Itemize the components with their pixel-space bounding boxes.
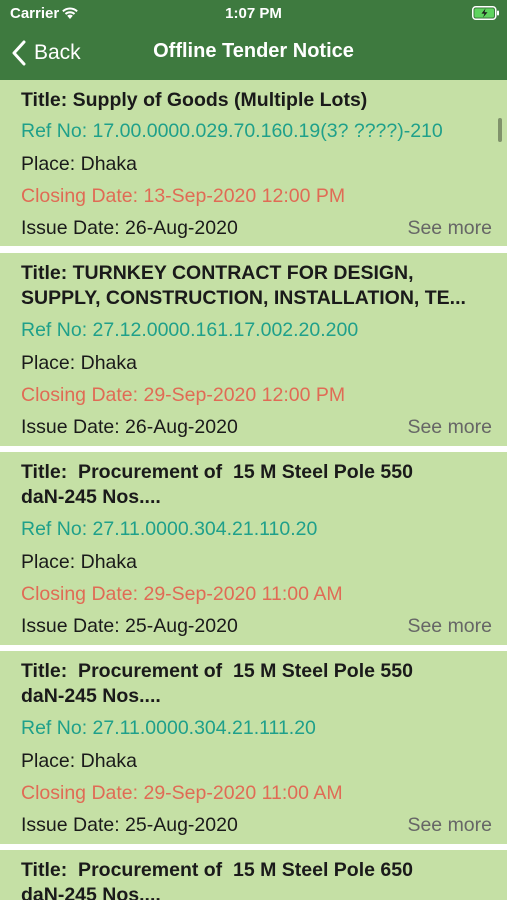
status-time: 1:07 PM bbox=[225, 5, 282, 22]
tender-place: Place: Dhaka bbox=[21, 153, 137, 175]
tender-card[interactable]: Title: Supply of Goods (Multiple Lots) R… bbox=[0, 80, 507, 246]
tender-card[interactable]: Title: Procurement of 15 M Steel Pole 65… bbox=[0, 850, 507, 900]
tender-title: Title: Procurement of 15 M Steel Pole 55… bbox=[21, 461, 413, 508]
status-bar: Carrier 1:07 PM bbox=[0, 0, 507, 28]
tender-closing-date: Closing Date: 29-Sep-2020 11:00 AM bbox=[21, 583, 343, 605]
tender-title: Title: Procurement of 15 M Steel Pole 65… bbox=[21, 859, 413, 900]
tender-closing-date: Closing Date: 29-Sep-2020 12:00 PM bbox=[21, 384, 346, 406]
tender-ref-no: Ref No: 27.11.0000.304.21.110.20 bbox=[21, 518, 318, 540]
tender-closing-date: Closing Date: 13-Sep-2020 12:00 PM bbox=[21, 185, 346, 207]
tender-ref-no: Ref No: 27.12.0000.161.17.002.20.200 bbox=[21, 319, 359, 341]
tender-issue-date: Issue Date: 25-Aug-2020 bbox=[21, 814, 238, 836]
tender-title: Title: TURNKEY CONTRACT FOR DESIGN, SUPP… bbox=[21, 262, 466, 309]
tender-ref-no: Ref No: 17.00.0000.029.70.160.19(3? ????… bbox=[21, 120, 443, 142]
see-more-link[interactable]: See more bbox=[407, 614, 492, 638]
tender-issue-date: Issue Date: 25-Aug-2020 bbox=[21, 615, 238, 637]
see-more-link[interactable]: See more bbox=[407, 415, 492, 439]
battery-charging-icon bbox=[472, 6, 499, 20]
tender-card[interactable]: Title: Procurement of 15 M Steel Pole 55… bbox=[0, 452, 507, 645]
tender-closing-date: Closing Date: 29-Sep-2020 11:00 AM bbox=[21, 782, 343, 804]
page-title: Offline Tender Notice bbox=[153, 40, 354, 62]
tender-title: Title: Procurement of 15 M Steel Pole 55… bbox=[21, 660, 413, 707]
tender-card[interactable]: Title: Procurement of 15 M Steel Pole 55… bbox=[0, 651, 507, 844]
tender-place: Place: Dhaka bbox=[21, 551, 137, 573]
tender-card[interactable]: Title: TURNKEY CONTRACT FOR DESIGN, SUPP… bbox=[0, 253, 507, 446]
see-more-link[interactable]: See more bbox=[407, 813, 492, 837]
tender-ref-no: Ref No: 27.11.0000.304.21.111.20 bbox=[21, 717, 316, 739]
see-more-link[interactable]: See more bbox=[407, 216, 492, 240]
app-header: Carrier 1:07 PM Back Offline Tender Noti… bbox=[0, 0, 507, 80]
navigation-bar: Back Offline Tender Notice bbox=[0, 28, 507, 80]
tender-place: Place: Dhaka bbox=[21, 750, 137, 772]
tender-title: Title: Supply of Goods (Multiple Lots) bbox=[21, 89, 368, 111]
scrollbar-thumb[interactable] bbox=[498, 118, 502, 142]
tender-place: Place: Dhaka bbox=[21, 352, 137, 374]
tender-list[interactable]: Title: Supply of Goods (Multiple Lots) R… bbox=[0, 80, 507, 900]
tender-issue-date: Issue Date: 26-Aug-2020 bbox=[21, 217, 238, 239]
tender-issue-date: Issue Date: 26-Aug-2020 bbox=[21, 416, 238, 438]
